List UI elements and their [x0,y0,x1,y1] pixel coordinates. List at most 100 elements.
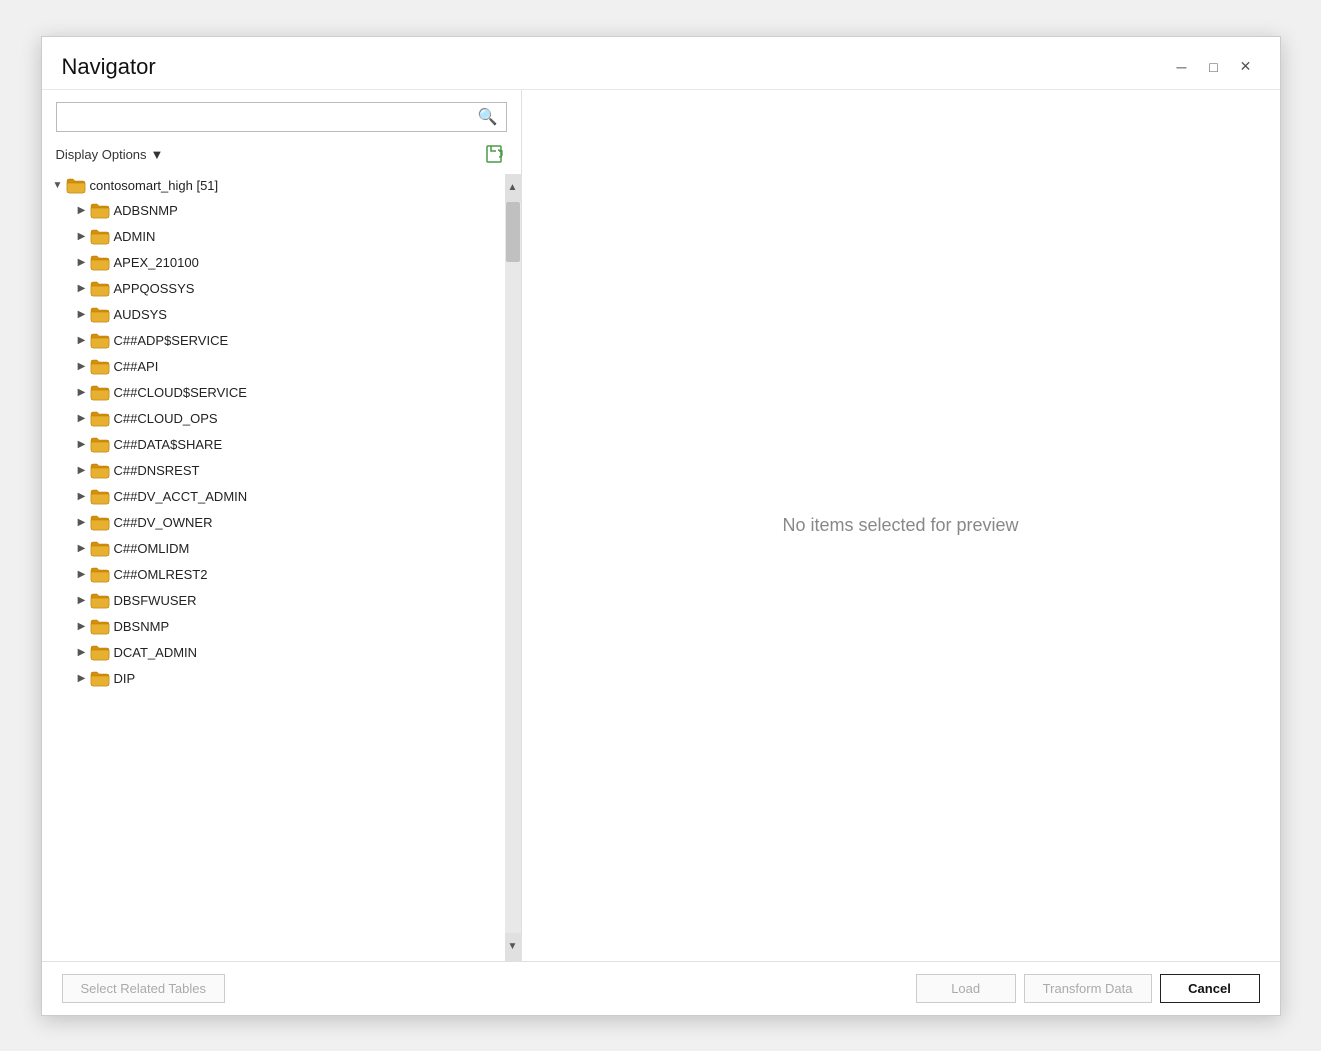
expand-arrow[interactable]: ▶ [74,359,90,375]
select-related-tables-button[interactable]: Select Related Tables [62,974,226,1003]
list-item[interactable]: ▶ ADMIN [42,224,521,250]
list-item[interactable]: ▶ C##API [42,354,521,380]
load-button[interactable]: Load [916,974,1016,1003]
list-item[interactable]: ▶ C##CLOUD_OPS [42,406,521,432]
list-item[interactable]: ▶ C##DV_OWNER [42,510,521,536]
item-label: DBSNMP [114,619,170,634]
list-item[interactable]: ▶ C##DNSREST [42,458,521,484]
item-label: DBSFWUSER [114,593,197,608]
expand-arrow[interactable]: ▶ [74,567,90,583]
refresh-button[interactable] [485,144,507,166]
folder-icon [90,255,110,271]
expand-arrow[interactable]: ▶ [74,385,90,401]
expand-arrow[interactable]: ▶ [74,281,90,297]
list-item[interactable]: ▶ C##DATA$SHARE [42,432,521,458]
list-item[interactable]: ▶ AUDSYS [42,302,521,328]
folder-icon [90,359,110,375]
expand-arrow[interactable]: ▶ [74,541,90,557]
expand-arrow[interactable]: ▶ [74,333,90,349]
item-label: DCAT_ADMIN [114,645,198,660]
chevron-down-icon: ▼ [151,147,164,162]
search-box: 🔍 [56,102,507,132]
no-preview-message: No items selected for preview [782,515,1018,536]
expand-arrow[interactable]: ▶ [74,671,90,687]
expand-arrow[interactable]: ▶ [74,437,90,453]
list-item[interactable]: ▶ C##CLOUD$SERVICE [42,380,521,406]
display-options-label: Display Options [56,147,147,162]
folder-icon [90,385,110,401]
item-label: C##CLOUD_OPS [114,411,218,426]
item-label: APPQOSSYS [114,281,195,296]
item-label: C##OMLREST2 [114,567,208,582]
list-item[interactable]: ▶ DBSFWUSER [42,588,521,614]
folder-icon [90,515,110,531]
scroll-track [505,202,521,933]
folder-icon [90,489,110,505]
navigator-dialog: Navigator ─ □ ✕ 🔍 Display Options ▼ [41,36,1281,1016]
scroll-thumb[interactable] [506,202,520,262]
display-options-button[interactable]: Display Options ▼ [56,147,164,162]
list-item[interactable]: ▶ C##ADP$SERVICE [42,328,521,354]
list-item[interactable]: ▶ C##OMLIDM [42,536,521,562]
folder-icon [90,671,110,687]
bottom-right-actions: Load Transform Data Cancel [916,974,1260,1003]
list-item[interactable]: ▶ DBSNMP [42,614,521,640]
folder-icon [90,229,110,245]
scrollbar: ▲ ▼ [505,174,521,961]
maximize-button[interactable]: □ [1200,53,1228,81]
expand-arrow[interactable]: ▶ [74,463,90,479]
scroll-up-button[interactable]: ▲ [505,174,521,202]
folder-icon [90,463,110,479]
expand-arrow[interactable]: ▶ [74,229,90,245]
expand-arrow[interactable]: ▶ [74,255,90,271]
item-label: C##OMLIDM [114,541,190,556]
expand-arrow[interactable]: ▶ [74,411,90,427]
close-button[interactable]: ✕ [1232,53,1260,81]
expand-arrow[interactable]: ▶ [74,515,90,531]
tree-children: ▶ ADBSNMP ▶ ADMIN [42,198,521,692]
folder-icon [90,333,110,349]
list-item[interactable]: ▶ ADBSNMP [42,198,521,224]
item-label: C##API [114,359,159,374]
list-item[interactable]: ▶ APEX_210100 [42,250,521,276]
folder-icon [90,281,110,297]
list-item[interactable]: ▶ APPQOSSYS [42,276,521,302]
root-folder-icon [66,178,86,194]
search-area: 🔍 [42,90,521,140]
item-label: C##CLOUD$SERVICE [114,385,247,400]
list-item[interactable]: ▶ C##OMLREST2 [42,562,521,588]
bottom-bar: Select Related Tables Load Transform Dat… [42,961,1280,1015]
right-panel: No items selected for preview [522,90,1280,961]
folder-icon [90,437,110,453]
dialog-title: Navigator [62,54,156,80]
item-label: ADBSNMP [114,203,178,218]
list-item[interactable]: ▶ C##DV_ACCT_ADMIN [42,484,521,510]
tree-root-item[interactable]: ▼ contosomart_high [51] [42,174,521,198]
folder-icon [90,567,110,583]
search-input[interactable] [65,109,478,124]
title-bar: Navigator ─ □ ✕ [42,37,1280,89]
folder-icon [90,619,110,635]
item-label: C##DV_OWNER [114,515,213,530]
window-controls: ─ □ ✕ [1168,53,1260,81]
minimize-button[interactable]: ─ [1168,53,1196,81]
scroll-down-button[interactable]: ▼ [505,933,521,961]
expand-arrow[interactable]: ▶ [74,203,90,219]
tree-scroll[interactable]: ▼ contosomart_high [51] [42,174,521,961]
root-expand-arrow[interactable]: ▼ [50,178,66,194]
expand-arrow[interactable]: ▶ [74,489,90,505]
dialog-body: 🔍 Display Options ▼ [42,89,1280,961]
expand-arrow[interactable]: ▶ [74,593,90,609]
list-item[interactable]: ▶ DCAT_ADMIN [42,640,521,666]
search-icon[interactable]: 🔍 [478,107,498,127]
cancel-button[interactable]: Cancel [1160,974,1260,1003]
expand-arrow[interactable]: ▶ [74,619,90,635]
folder-icon [90,541,110,557]
refresh-icon [485,144,507,166]
expand-arrow[interactable]: ▶ [74,307,90,323]
expand-arrow[interactable]: ▶ [74,645,90,661]
folder-icon [90,307,110,323]
transform-data-button[interactable]: Transform Data [1024,974,1152,1003]
item-label: C##DATA$SHARE [114,437,223,452]
list-item[interactable]: ▶ DIP [42,666,521,692]
